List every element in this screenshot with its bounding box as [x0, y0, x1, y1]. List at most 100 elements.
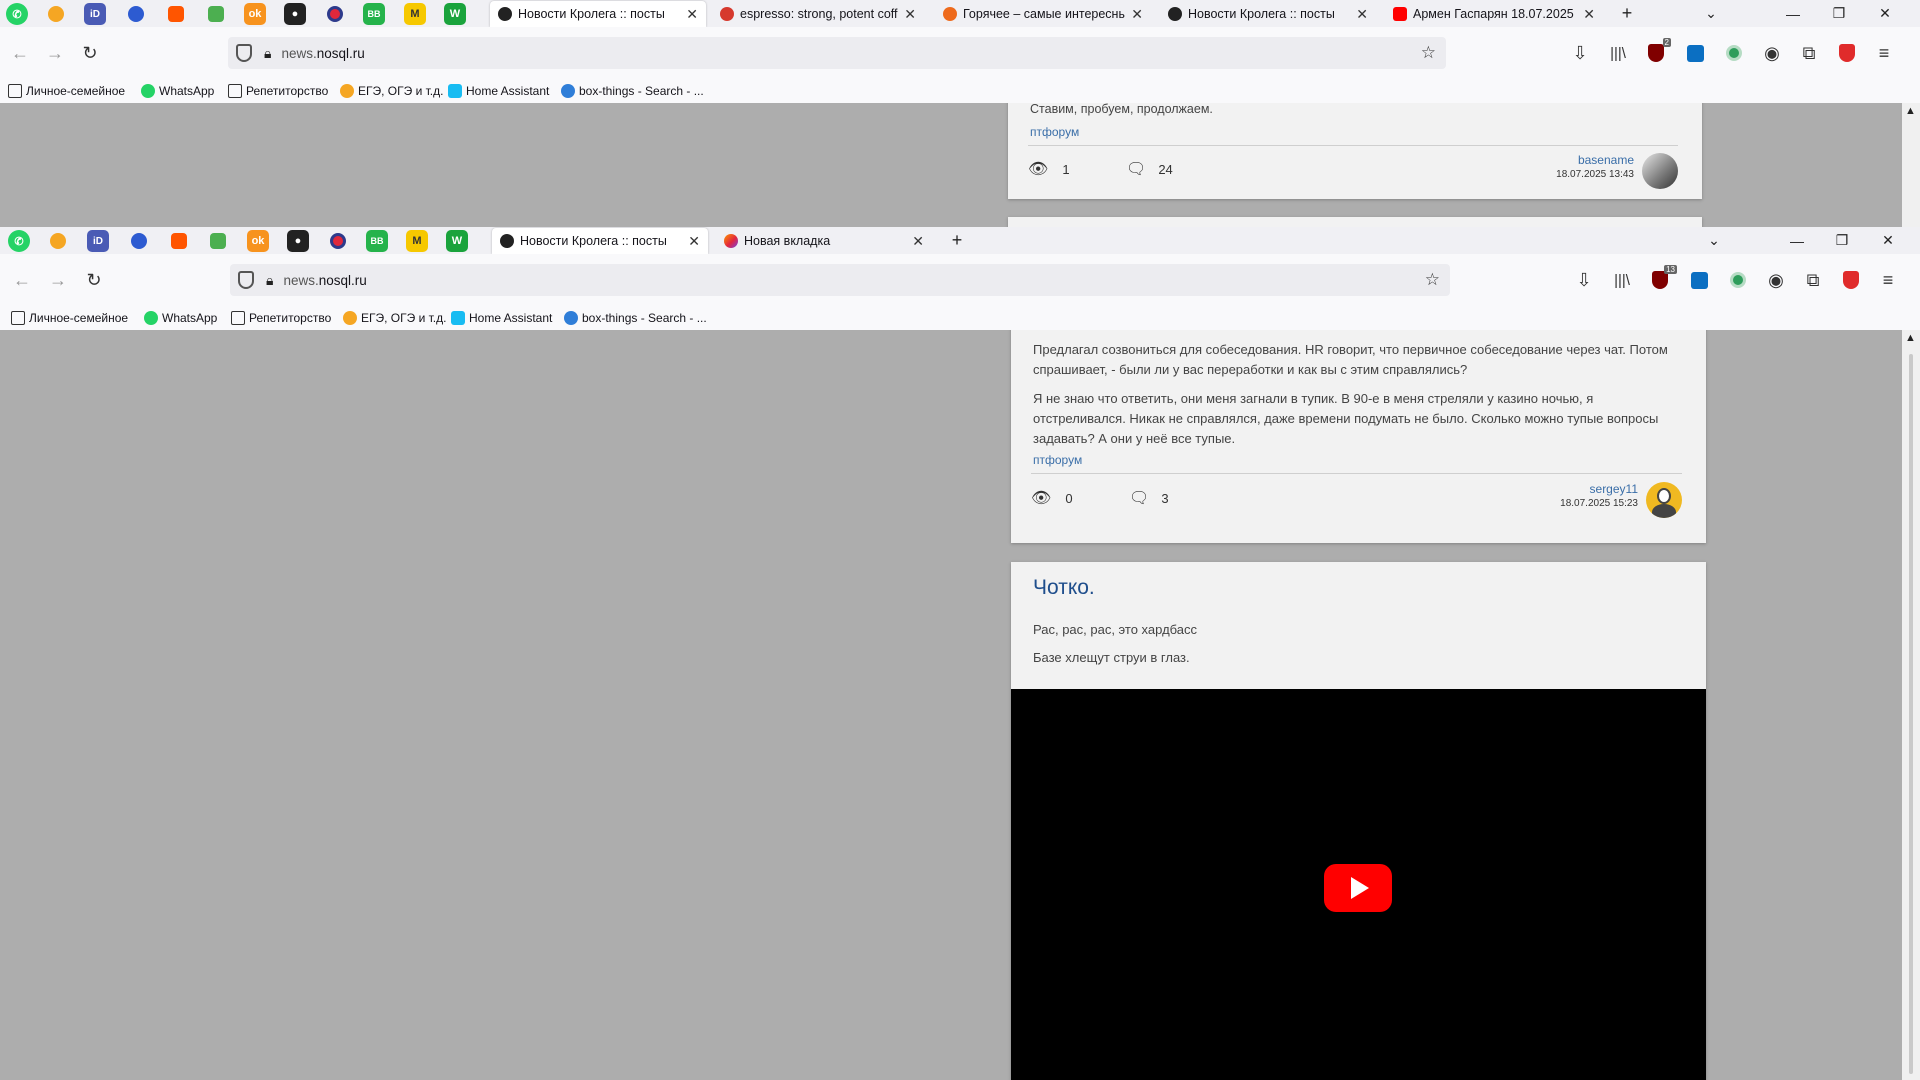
list-tabs-chevron-icon[interactable]: ⌄ — [1694, 0, 1728, 27]
comments-counter[interactable]: 🗨︎ 3 — [1129, 488, 1169, 508]
bookmark-folder-repetitorstvo[interactable]: Репетиторство — [231, 308, 331, 328]
avatar[interactable] — [1642, 153, 1678, 189]
green-extension-icon[interactable] — [1722, 41, 1746, 65]
new-tab-plus-icon[interactable]: + — [1610, 0, 1644, 27]
post-tag-link[interactable]: птфорум — [1033, 453, 1082, 467]
author-link[interactable]: basename — [1556, 153, 1634, 167]
scroll-thumb[interactable] — [1909, 354, 1913, 1074]
list-tabs-chevron-icon[interactable]: ⌄ — [1697, 227, 1731, 254]
bookmark-whatsapp[interactable]: WhatsApp — [144, 308, 217, 328]
lock-icon[interactable]: 🔒︎ — [264, 45, 271, 62]
post-tag-link[interactable]: птфорум — [1030, 125, 1079, 139]
pinned-vv-icon[interactable]: BB — [366, 230, 388, 252]
close-icon[interactable]: ✕ — [686, 6, 698, 23]
url-bar[interactable]: 🔒︎ news. nosql.ru ☆ — [228, 37, 1446, 69]
star-bookmark-icon[interactable]: ☆ — [1425, 270, 1440, 290]
video-embed[interactable] — [1011, 689, 1706, 1080]
window-close-icon[interactable]: ✕ — [1871, 227, 1905, 254]
tab-novosti-krolega[interactable]: Новости Кролега :: посты ✕ — [490, 1, 706, 27]
extensions-puzzle-icon[interactable]: ⧉ — [1797, 41, 1821, 65]
close-icon[interactable]: ✕ — [1583, 6, 1595, 23]
account-icon[interactable]: ◉ — [1764, 268, 1788, 292]
tab-novosti-krolega[interactable]: Новости Кролега :: посты ✕ — [492, 228, 708, 254]
pinned-green-icon[interactable] — [205, 3, 227, 25]
skype-icon[interactable] — [1687, 268, 1711, 292]
bookmark-home-assistant[interactable]: Home Assistant — [448, 81, 549, 101]
pinned-orange-icon[interactable] — [165, 3, 187, 25]
extensions-puzzle-icon[interactable]: ⧉ — [1801, 268, 1825, 292]
pinned-id-icon[interactable]: iD — [87, 230, 109, 252]
pinned-w-icon[interactable]: W — [446, 230, 468, 252]
pinned-blue-icon[interactable] — [125, 3, 147, 25]
forward-arrow-icon[interactable]: → — [43, 41, 67, 65]
pinned-id-icon[interactable]: iD — [84, 3, 106, 25]
ublock-icon[interactable]: 13 — [1648, 265, 1677, 292]
pinned-ok-icon[interactable]: ok — [247, 230, 269, 252]
url-bar[interactable]: 🔒︎ news. nosql.ru ☆ — [230, 264, 1450, 296]
pinned-w-icon[interactable]: W — [444, 3, 466, 25]
pinned-circle-icon[interactable] — [324, 3, 346, 25]
restore-icon[interactable]: ❐ — [1822, 0, 1856, 27]
close-icon[interactable]: ✕ — [1131, 6, 1143, 23]
bookmark-ege[interactable]: ЕГЭ, ОГЭ и т.д. — [340, 81, 443, 101]
pinned-user-icon[interactable]: ● — [287, 230, 309, 252]
window-close-icon[interactable]: ✕ — [1868, 0, 1902, 27]
account-icon[interactable]: ◉ — [1760, 41, 1784, 65]
library-icon[interactable]: |||\ — [1606, 41, 1630, 65]
minimize-icon[interactable]: — — [1780, 227, 1814, 254]
close-icon[interactable]: ✕ — [688, 233, 700, 250]
bookmark-folder-lichnoe[interactable]: Личное-семейное — [8, 81, 125, 101]
tab-novosti-krolega-2[interactable]: Новости Кролега :: посты ✕ — [1160, 1, 1376, 27]
tab-new-tab[interactable]: Новая вкладка ✕ — [716, 228, 932, 254]
pinned-vv-icon[interactable]: BB — [363, 3, 385, 25]
post-title[interactable]: Чотко. — [1033, 576, 1095, 600]
scrollbar[interactable]: ▲ — [1902, 330, 1920, 1080]
avatar[interactable] — [1646, 482, 1682, 518]
restore-icon[interactable]: ❐ — [1825, 227, 1859, 254]
bookmark-box-things[interactable]: box-things - Search - ... — [561, 81, 704, 101]
bookmark-home-assistant[interactable]: Home Assistant — [451, 308, 552, 328]
youtube-play-button[interactable] — [1324, 864, 1392, 912]
pinned-m-icon[interactable]: M — [404, 3, 426, 25]
green-extension-icon[interactable] — [1726, 268, 1750, 292]
library-icon[interactable]: |||\ — [1610, 268, 1634, 292]
reload-icon[interactable]: ↻ — [82, 268, 106, 292]
red-shield-icon[interactable] — [1835, 41, 1859, 65]
pocket-icon[interactable]: ⇩ — [1568, 41, 1592, 65]
shield-icon[interactable] — [238, 271, 254, 289]
scroll-up-icon[interactable]: ▲ — [1905, 332, 1916, 344]
scrollbar[interactable]: ▲ — [1902, 103, 1920, 227]
tab-goryachee[interactable]: Горячее – самые интересные и ✕ — [935, 1, 1151, 27]
comments-counter[interactable]: 🗨︎ 24 — [1126, 159, 1173, 179]
red-shield-icon[interactable] — [1839, 268, 1863, 292]
skype-icon[interactable] — [1683, 41, 1707, 65]
bookmark-whatsapp[interactable]: WhatsApp — [141, 81, 214, 101]
forward-arrow-icon[interactable]: → — [46, 268, 70, 292]
close-icon[interactable]: ✕ — [1356, 6, 1368, 23]
pinned-sun-icon[interactable] — [45, 3, 67, 25]
ublock-icon[interactable]: 2 — [1644, 38, 1671, 65]
minimize-icon[interactable]: — — [1776, 0, 1810, 27]
menu-hamburger-icon[interactable]: ≡ — [1876, 268, 1900, 292]
tab-espresso[interactable]: espresso: strong, potent coffee ✕ — [712, 1, 924, 27]
back-arrow-icon[interactable]: ← — [8, 41, 32, 65]
lock-icon[interactable]: 🔒︎ — [266, 272, 273, 289]
pinned-circle-icon[interactable] — [327, 230, 349, 252]
pinned-whatsapp-icon[interactable]: ✆ — [6, 3, 28, 25]
menu-hamburger-icon[interactable]: ≡ — [1872, 41, 1896, 65]
back-arrow-icon[interactable]: ← — [10, 268, 34, 292]
author-link[interactable]: sergey11 — [1560, 482, 1638, 496]
reload-icon[interactable]: ↻ — [78, 41, 102, 65]
pinned-orange-icon[interactable] — [168, 230, 190, 252]
close-icon[interactable]: ✕ — [904, 6, 916, 23]
bookmark-ege[interactable]: ЕГЭ, ОГЭ и т.д. — [343, 308, 446, 328]
bookmark-folder-repetitorstvo[interactable]: Репетиторство — [228, 81, 328, 101]
pinned-whatsapp-icon[interactable]: ✆ — [8, 230, 30, 252]
pinned-sun-icon[interactable] — [47, 230, 69, 252]
bookmark-box-things[interactable]: box-things - Search - ... — [564, 308, 707, 328]
pinned-user-icon[interactable]: ● — [284, 3, 306, 25]
pinned-m-icon[interactable]: M — [406, 230, 428, 252]
pinned-blue-icon[interactable] — [128, 230, 150, 252]
bookmark-folder-lichnoe[interactable]: Личное-семейное — [11, 308, 128, 328]
pocket-icon[interactable]: ⇩ — [1572, 268, 1596, 292]
